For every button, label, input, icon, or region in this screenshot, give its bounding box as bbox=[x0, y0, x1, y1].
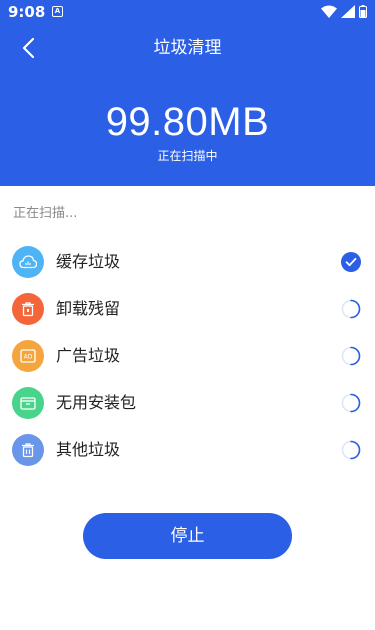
uninstall-trash-icon bbox=[12, 293, 44, 325]
loading-spinner-icon bbox=[341, 393, 361, 413]
list-item-useless-apk[interactable]: 无用安装包 bbox=[0, 381, 375, 425]
trash-icon bbox=[12, 434, 44, 466]
battery-icon bbox=[359, 5, 367, 18]
scan-status-text: 正在扫描中 bbox=[157, 149, 218, 163]
signal-icon bbox=[341, 5, 355, 18]
list-item-label: 卸载残留 bbox=[56, 299, 121, 318]
check-icon bbox=[341, 252, 361, 272]
status-bar: 9:08 A bbox=[0, 0, 375, 24]
list-item-ad-junk[interactable]: AD 广告垃圾 bbox=[0, 334, 375, 378]
status-icons bbox=[321, 5, 367, 18]
package-icon bbox=[12, 387, 44, 419]
notification-icon: A bbox=[52, 6, 63, 17]
junk-size-value: 99.80MB bbox=[105, 100, 270, 144]
status-time: 9:08 bbox=[8, 3, 46, 21]
cloud-icon bbox=[12, 246, 44, 278]
loading-spinner-icon bbox=[341, 346, 361, 366]
list-item-uninstall-residue[interactable]: 卸载残留 bbox=[0, 287, 375, 331]
list-item-label: 无用安装包 bbox=[56, 393, 137, 412]
page-title: 垃圾清理 bbox=[153, 38, 222, 58]
svg-text:AD: AD bbox=[24, 354, 33, 361]
list-item-other-junk[interactable]: 其他垃圾 bbox=[0, 428, 375, 472]
ad-icon: AD bbox=[12, 340, 44, 372]
loading-spinner-icon bbox=[341, 440, 361, 460]
list-item-label: 缓存垃圾 bbox=[56, 252, 121, 271]
header-banner: 9:08 A 垃圾清理 99.80MB 正在扫描中 bbox=[0, 0, 375, 186]
list-item-label: 广告垃圾 bbox=[56, 346, 121, 365]
list-item-cache-junk[interactable]: 缓存垃圾 bbox=[0, 240, 375, 284]
list-item-label: 其他垃圾 bbox=[56, 440, 121, 459]
section-label: 正在扫描... bbox=[13, 206, 78, 221]
stop-button[interactable]: 停止 bbox=[83, 513, 292, 559]
wifi-icon bbox=[321, 5, 337, 18]
loading-spinner-icon bbox=[341, 299, 361, 319]
